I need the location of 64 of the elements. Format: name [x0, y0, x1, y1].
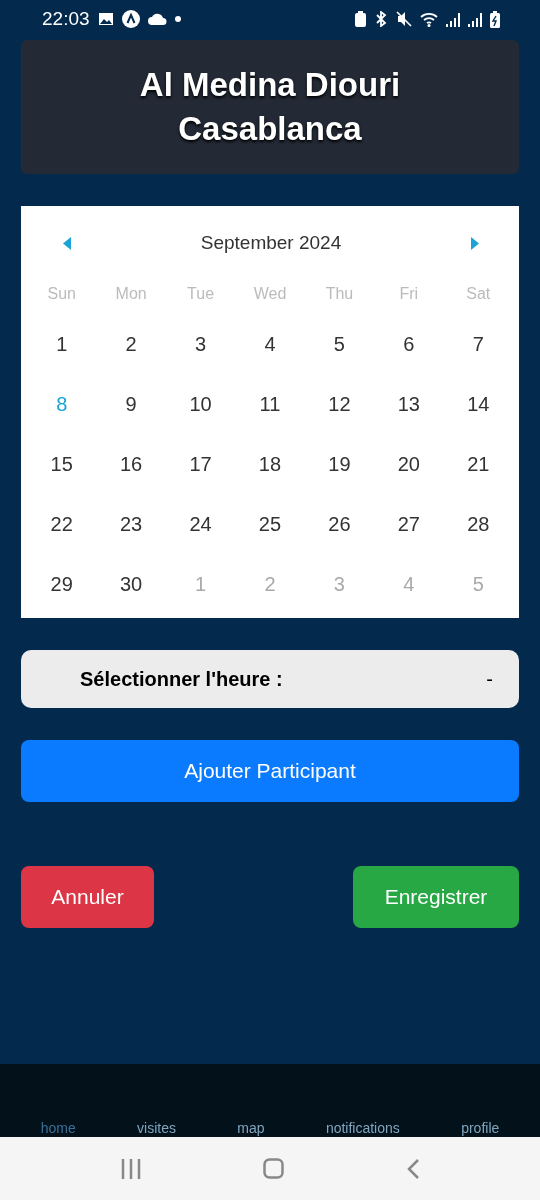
image-icon	[97, 12, 114, 26]
calendar-day[interactable]: 4	[264, 314, 276, 374]
nav-tab[interactable]: visites	[133, 1120, 180, 1136]
signal-icon	[468, 11, 482, 27]
calendar-day[interactable]: 17	[189, 434, 212, 494]
calendar-day[interactable]: 9	[125, 374, 137, 434]
nav-tab[interactable]: home	[36, 1120, 80, 1136]
bluetooth-icon	[374, 11, 388, 27]
calendar-day[interactable]: 5	[333, 314, 345, 374]
location-title: Al Medina Diouri Casablanca	[21, 40, 519, 174]
cloud-icon	[147, 13, 167, 25]
calendar-day[interactable]: 28	[467, 494, 490, 554]
calendar-day[interactable]: 21	[467, 434, 490, 494]
time-picker[interactable]: Sélectionner l'heure : -	[21, 650, 519, 708]
add-participant-button[interactable]: Ajouter Participant	[21, 740, 519, 802]
nav-tab[interactable]: map	[233, 1120, 269, 1136]
calendar-day[interactable]: 23	[120, 494, 143, 554]
signal-icon	[446, 11, 460, 27]
calendar-day[interactable]: 13	[397, 374, 420, 434]
nav-tab[interactable]: notifications	[321, 1120, 404, 1136]
wifi-icon	[420, 11, 438, 27]
dot-icon	[174, 16, 181, 22]
next-month-icon[interactable]	[470, 236, 479, 250]
calendar-day[interactable]: 1	[56, 314, 68, 374]
calendar-day[interactable]: 27	[397, 494, 420, 554]
weekday-label: Sun	[47, 284, 76, 304]
calendar-day[interactable]: 7	[472, 314, 484, 374]
calendar-day[interactable]: 10	[189, 374, 212, 434]
weekday-label: Sat	[466, 284, 491, 304]
time-picker-label: Sélectionner l'heure :	[80, 667, 283, 691]
calendar-day[interactable]: 2	[125, 314, 137, 374]
mute-icon	[396, 11, 412, 27]
calendar-day[interactable]: 26	[328, 494, 351, 554]
calendar-day[interactable]: 18	[258, 434, 282, 494]
time-value: -	[486, 667, 493, 691]
calendar-day[interactable]: 11	[259, 374, 281, 434]
calendar-day[interactable]: 24	[189, 494, 212, 554]
recents-icon[interactable]	[121, 1158, 142, 1179]
previous-month-icon[interactable]	[63, 236, 72, 250]
nav-tab[interactable]: profile	[457, 1120, 504, 1136]
calendar-day[interactable]: 29	[50, 554, 73, 614]
calendar-day[interactable]: 25	[258, 494, 282, 554]
weekday-label: Tue	[187, 284, 215, 304]
cancel-button[interactable]: Annuler	[21, 866, 154, 928]
calendar-day[interactable]: 14	[467, 374, 490, 434]
calendar-day[interactable]: 3	[195, 314, 207, 374]
calendar-day[interactable]: 15	[50, 434, 73, 494]
app-icon	[121, 10, 140, 28]
calendar-day[interactable]: 6	[403, 314, 415, 374]
back-icon[interactable]	[406, 1158, 419, 1179]
weekday-label: Mon	[115, 284, 147, 304]
calendar-day[interactable]: 12	[328, 374, 351, 434]
calendar-day[interactable]: 20	[397, 434, 420, 494]
calendar-day[interactable]: 30	[120, 554, 143, 614]
calendar-day[interactable]: 19	[328, 434, 351, 494]
battery-icon	[490, 10, 500, 28]
weekday-label: Fri	[399, 284, 419, 304]
weekday-label: Thu	[325, 284, 354, 304]
calendar-day[interactable]: 22	[50, 494, 73, 554]
weekday-label: Wed	[253, 284, 287, 304]
home-icon[interactable]	[263, 1158, 285, 1179]
calendar-day[interactable]: 16	[120, 434, 143, 494]
status-time: 22:03	[42, 8, 90, 30]
month-title: September 2024	[200, 232, 342, 254]
